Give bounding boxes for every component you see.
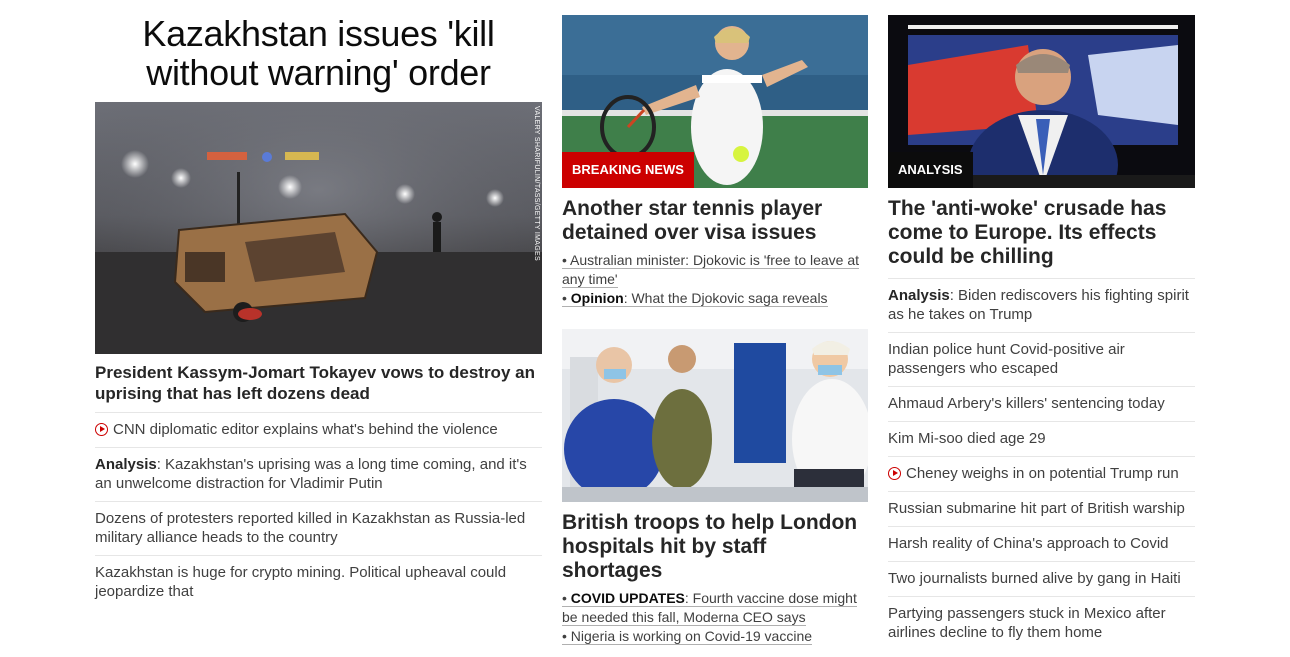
tennis-related-2[interactable]: • Opinion: What the Djokovic saga reveal… bbox=[562, 289, 868, 308]
list-item-prefix: Analysis bbox=[888, 287, 950, 304]
list-item[interactable]: Dozens of protesters reported killed in … bbox=[95, 501, 542, 555]
lead-story-title[interactable]: President Kassym-Jomart Tokayev vows to … bbox=[95, 362, 542, 404]
troops-related-2[interactable]: • Nigeria is working on Covid-19 vaccine bbox=[562, 627, 868, 646]
list-item[interactable]: Ahmaud Arbery's killers' sentencing toda… bbox=[888, 386, 1195, 421]
tennis-image[interactable]: Breaking News bbox=[562, 15, 868, 188]
bullet: • bbox=[562, 290, 571, 306]
list-item[interactable]: Partying passengers stuck in Mexico afte… bbox=[888, 596, 1195, 650]
list-item[interactable]: Kim Mi-soo died age 29 bbox=[888, 421, 1195, 456]
list-item-text: Russian submarine hit part of British wa… bbox=[888, 500, 1185, 517]
list-item[interactable]: Kazakhstan is huge for crypto mining. Po… bbox=[95, 555, 542, 609]
related-prefix: COVID UPDATES bbox=[570, 590, 685, 606]
related-link-text: : What the Djokovic saga reveals bbox=[623, 290, 828, 306]
list-item[interactable]: Cheney weighs in on potential Trump run bbox=[888, 456, 1195, 491]
bullet: • bbox=[562, 590, 571, 606]
list-item-text: Dozens of protesters reported killed in … bbox=[95, 510, 526, 546]
troops-card: British troops to help London hospitals … bbox=[562, 329, 868, 646]
antiwoke-image[interactable]: Analysis bbox=[888, 15, 1195, 188]
headline-list: Analysis: Biden rediscovers his fighting… bbox=[888, 278, 1195, 650]
list-item-text: Partying passengers stuck in Mexico afte… bbox=[888, 605, 1166, 641]
troops-story-title[interactable]: British troops to help London hospitals … bbox=[562, 511, 868, 583]
lead-story-column: Kazakhstan issues 'kill without warning'… bbox=[95, 0, 542, 609]
list-item[interactable]: Russian submarine hit part of British wa… bbox=[888, 491, 1195, 526]
troops-related-1[interactable]: • COVID UPDATES: Fourth vaccine dose mig… bbox=[562, 589, 868, 627]
list-item-text: Two journalists burned alive by gang in … bbox=[888, 570, 1181, 587]
list-item-prefix: Analysis bbox=[95, 456, 157, 473]
list-item-text: Kazakhstan is huge for crypto mining. Po… bbox=[95, 564, 507, 600]
play-video-icon bbox=[95, 423, 108, 436]
tennis-card: Breaking News Another star tennis player… bbox=[562, 15, 868, 308]
list-item[interactable]: Two journalists burned alive by gang in … bbox=[888, 561, 1195, 596]
list-item-text: Cheney weighs in on potential Trump run bbox=[906, 465, 1179, 482]
play-video-icon bbox=[888, 467, 901, 480]
middle-column: Breaking News Another star tennis player… bbox=[562, 0, 868, 646]
list-item-text: CNN diplomatic editor explains what's be… bbox=[113, 421, 498, 438]
overturned-van-photo bbox=[95, 102, 542, 354]
lead-headline[interactable]: Kazakhstan issues 'kill without warning'… bbox=[95, 14, 542, 92]
list-item-text: Harsh reality of China's approach to Cov… bbox=[888, 535, 1169, 552]
image-credit: VALERY SHARIFULIN/TASS/GETTY IMAGES bbox=[533, 106, 540, 261]
tennis-story-title[interactable]: Another star tennis player detained over… bbox=[562, 197, 868, 245]
list-item-text: Indian police hunt Covid-positive air pa… bbox=[888, 341, 1125, 377]
right-column: Analysis The 'anti-woke' crusade has com… bbox=[888, 0, 1195, 650]
related-link-text: • Nigeria is working on Covid-19 vaccine bbox=[562, 628, 813, 645]
related-link-text: • Australian minister: Djokovic is 'free… bbox=[562, 252, 860, 288]
list-item[interactable]: Indian police hunt Covid-positive air pa… bbox=[888, 332, 1195, 386]
lead-image[interactable]: VALERY SHARIFULIN/TASS/GETTY IMAGES bbox=[95, 102, 542, 354]
breaking-news-label: Breaking News bbox=[562, 152, 694, 188]
list-item[interactable]: Analysis: Kazakhstan's uprising was a lo… bbox=[95, 447, 542, 501]
related-prefix: Opinion bbox=[570, 290, 624, 306]
list-item-text: Ahmaud Arbery's killers' sentencing toda… bbox=[888, 395, 1165, 412]
tennis-related-1[interactable]: • Australian minister: Djokovic is 'free… bbox=[562, 251, 868, 289]
vaccination-photo bbox=[562, 329, 868, 502]
lead-related-list: CNN diplomatic editor explains what's be… bbox=[95, 412, 542, 609]
list-item[interactable]: CNN diplomatic editor explains what's be… bbox=[95, 412, 542, 447]
antiwoke-card: Analysis The 'anti-woke' crusade has com… bbox=[888, 15, 1195, 650]
antiwoke-story-title[interactable]: The 'anti-woke' crusade has come to Euro… bbox=[888, 197, 1195, 269]
list-item[interactable]: Harsh reality of China's approach to Cov… bbox=[888, 526, 1195, 561]
analysis-label: Analysis bbox=[888, 152, 973, 188]
troops-image[interactable] bbox=[562, 329, 868, 502]
list-item-text: : Kazakhstan's uprising was a long time … bbox=[95, 456, 527, 492]
list-item-text: Kim Mi-soo died age 29 bbox=[888, 430, 1046, 447]
list-item[interactable]: Analysis: Biden rediscovers his fighting… bbox=[888, 278, 1195, 332]
